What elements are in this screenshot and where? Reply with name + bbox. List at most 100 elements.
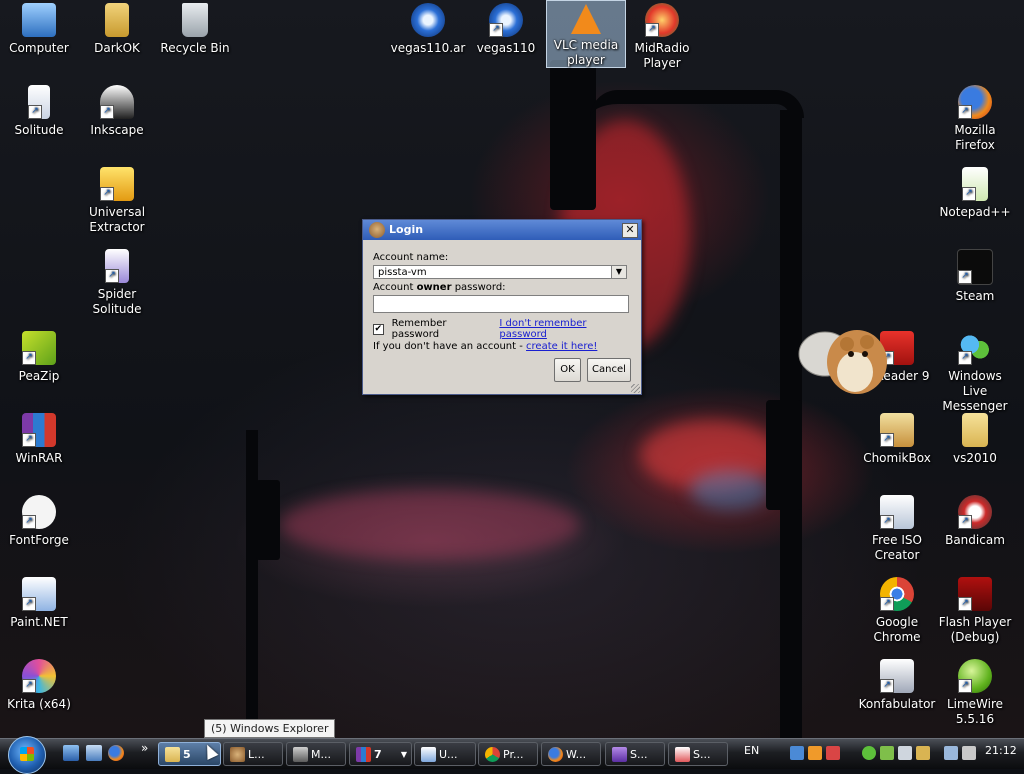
- windows-logo-icon: [20, 747, 34, 761]
- cards-icon: ↗: [28, 85, 50, 119]
- taskbar-button-firefox[interactable]: W...: [541, 742, 601, 766]
- desktop-icon-vegas110-ar[interactable]: vegas110.ar: [389, 3, 467, 56]
- chevron-down-icon: ▼: [400, 750, 407, 759]
- vs-icon: [612, 747, 627, 762]
- box-icon: ↗: [100, 167, 134, 201]
- desktop-icon-fontforge[interactable]: ↗ FontForge: [0, 495, 78, 548]
- desktop-icon-windows-live-messenger[interactable]: ↗ Windows Live Messenger: [936, 331, 1014, 414]
- folder-zip-icon: [105, 3, 129, 37]
- chomikbox-icon: ↗: [880, 413, 914, 447]
- desktop-icon-vs2010[interactable]: vs2010: [936, 413, 1014, 466]
- account-name-combobox[interactable]: pissta-vm ▼: [373, 265, 627, 279]
- forgot-password-link[interactable]: I don't remember password: [499, 318, 631, 340]
- display-tray-icon[interactable]: [898, 746, 912, 760]
- close-icon: ✕: [625, 223, 635, 236]
- login-app-icon: [230, 747, 245, 762]
- folder-icon: [165, 747, 180, 762]
- account-name-value: pissta-vm: [378, 267, 427, 278]
- firefox-icon: ↗: [958, 85, 992, 119]
- taskbar-button-login[interactable]: L...: [223, 742, 283, 766]
- desktop-icon-flash-player[interactable]: ↗ Flash Player (Debug): [936, 577, 1014, 645]
- flash-icon: ↗: [958, 577, 992, 611]
- taskbar-button-winrar-group[interactable]: 7 ▼: [349, 742, 412, 766]
- messenger-tray-icon[interactable]: [862, 746, 876, 760]
- vlc-cone-icon: [571, 4, 601, 34]
- desktop-icon-firefox[interactable]: ↗ Mozilla Firefox: [936, 85, 1014, 153]
- taskbar-button-s[interactable]: S...: [668, 742, 728, 766]
- desktop-icon-paint-net[interactable]: ↗ Paint.NET: [0, 577, 78, 630]
- taskbar-button-media[interactable]: M...: [286, 742, 346, 766]
- winrar-icon: [356, 747, 371, 762]
- firefox-icon: [548, 747, 563, 762]
- fontforge-icon: ↗: [22, 495, 56, 529]
- resize-grip[interactable]: [631, 384, 640, 393]
- desktop-icon-vegas110[interactable]: ↗ vegas110: [467, 3, 545, 56]
- remember-password-checkbox[interactable]: ✔: [373, 323, 384, 335]
- desktop-icon-google-chrome[interactable]: ↗ Google Chrome: [858, 577, 936, 645]
- desktop-icon-recycle-bin[interactable]: Recycle Bin: [156, 3, 234, 56]
- desktop-icon-limewire[interactable]: ↗ LimeWire 5.5.16: [936, 659, 1014, 727]
- desktop-icon-krita[interactable]: ↗ Krita (x64): [0, 659, 78, 712]
- desktop-icon-universal-extractor[interactable]: ↗ Universal Extractor: [78, 167, 156, 235]
- start-button[interactable]: [8, 736, 46, 774]
- create-account-link[interactable]: create it here!: [526, 341, 597, 352]
- close-button[interactable]: ✕: [622, 223, 638, 238]
- app-tray-icon[interactable]: [808, 746, 822, 760]
- desktop-icon-inkscape[interactable]: ↗ Inkscape: [78, 85, 156, 138]
- cancel-button[interactable]: Cancel: [587, 358, 631, 382]
- ok-button[interactable]: OK: [554, 358, 581, 382]
- desktop-icon-chomikbox[interactable]: ↗ ChomikBox: [858, 413, 936, 466]
- hamster-gadget[interactable]: [795, 318, 891, 400]
- desktop-icon-midradio[interactable]: ↗ MidRadio Player: [623, 3, 701, 71]
- media-icon: [293, 747, 308, 762]
- paint-net-icon: ↗: [22, 577, 56, 611]
- login-dialog[interactable]: Login ✕ Account name: pissta-vm ▼ Accoun…: [362, 219, 642, 395]
- switch-windows-icon[interactable]: [86, 745, 102, 761]
- midradio-icon: ↗: [645, 3, 679, 37]
- desktop-icon-winrar[interactable]: ↗ WinRAR: [0, 413, 78, 466]
- dialog-titlebar[interactable]: Login ✕: [363, 220, 641, 240]
- folder-icon: [962, 413, 988, 447]
- clock[interactable]: 21:12: [985, 744, 1017, 757]
- password-field[interactable]: [373, 295, 629, 313]
- taskbar-button-chrome[interactable]: Pr...: [478, 742, 538, 766]
- bandicam-icon: ↗: [958, 495, 992, 529]
- firefox-quicklaunch-icon[interactable]: [108, 745, 124, 761]
- desktop-icon-spider-solitude[interactable]: ↗ Spider Solitude: [78, 249, 156, 317]
- desktop-icon-solitude[interactable]: ↗ Solitude: [0, 85, 78, 138]
- folder-tray-icon[interactable]: [916, 746, 930, 760]
- desktop-icon-free-iso-creator[interactable]: ↗ Free ISO Creator: [858, 495, 936, 563]
- inkscape-icon: ↗: [100, 85, 134, 119]
- language-indicator[interactable]: EN: [744, 744, 759, 757]
- computer-icon: [22, 3, 56, 37]
- desktop-icon-notepadpp[interactable]: ↗ Notepad++: [936, 167, 1014, 220]
- konfabulator-icon: ↗: [880, 659, 914, 693]
- chevron-down-icon[interactable]: ▼: [611, 266, 626, 278]
- desktop-icon-darkok[interactable]: DarkOK: [78, 3, 156, 56]
- monitor-tray-icon[interactable]: [944, 746, 958, 760]
- desktop-icon-peazip[interactable]: ↗ PeaZip: [0, 331, 78, 384]
- remember-password-label[interactable]: Remember password: [392, 318, 493, 340]
- desktop-icon-computer[interactable]: Computer: [0, 3, 78, 56]
- quicklaunch-chevron[interactable]: »: [141, 741, 148, 755]
- desktop-icon-vlc[interactable]: VLC media player: [546, 0, 626, 68]
- vegas-icon: ↗: [489, 3, 523, 37]
- shield-tray-icon[interactable]: [826, 746, 840, 760]
- network-tray-icon[interactable]: [790, 746, 804, 760]
- desktop-icon-konfabulator[interactable]: ↗ Konfabulator: [858, 659, 936, 712]
- no-account-text: If you don't have an account -: [373, 340, 527, 352]
- taskbar-tooltip: (5) Windows Explorer: [204, 719, 336, 738]
- users-tray-icon[interactable]: [880, 746, 894, 760]
- peazip-icon: ↗: [22, 331, 56, 365]
- password-label: Account owner password:: [373, 282, 506, 293]
- taskbar-button-visual-studio[interactable]: S...: [605, 742, 665, 766]
- taskbar-button-u[interactable]: U...: [414, 742, 476, 766]
- taskbar: » 5 L... M... 7 ▼ U... Pr... W... S... S…: [0, 736, 1024, 774]
- desktop-icon-bandicam[interactable]: ↗ Bandicam: [936, 495, 1014, 548]
- desktop-icon-steam[interactable]: ↗ Steam: [936, 249, 1014, 304]
- volume-tray-icon[interactable]: [962, 746, 976, 760]
- vegas-icon: [411, 3, 445, 37]
- limewire-icon: ↗: [958, 659, 992, 693]
- show-desktop-icon[interactable]: [63, 745, 79, 761]
- messenger-icon: ↗: [958, 331, 992, 365]
